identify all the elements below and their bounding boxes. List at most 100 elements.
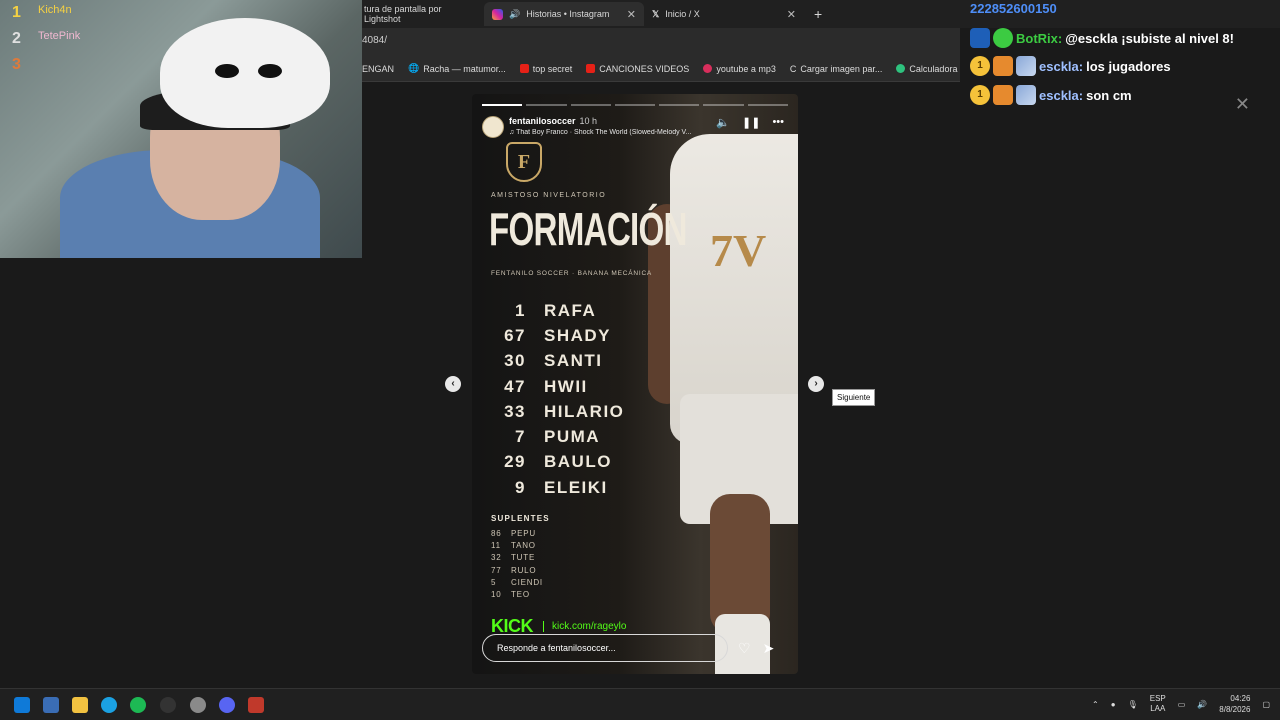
bookmark-item[interactable]: C Cargar imagen par... [790, 64, 883, 74]
gift-box-icon [993, 56, 1013, 76]
bookmark-item[interactable]: top secret [519, 64, 572, 74]
chat-message: 1 esckla: los jugadores [970, 56, 1171, 76]
subs-title: SUPLENTES [491, 514, 550, 523]
youtube-icon [519, 64, 529, 73]
plus-icon: + [814, 6, 823, 22]
close-icon[interactable]: ✕ [627, 8, 636, 21]
sub-player: 11 TANO [491, 541, 536, 551]
sub-player: 32 TUTE [491, 553, 536, 563]
sub-player: 5 CIENDI [491, 577, 543, 587]
volume-icon[interactable]: 🔈 [716, 116, 730, 129]
subs-list: 86 PEPU 11 TANO 32 TUTE 77 RULO 5 CIENDI 10 TE… [491, 529, 543, 602]
lineup-player: 47 HWII [504, 376, 588, 396]
bookmark-item[interactable]: CANCIONES VIDEOS [586, 64, 689, 74]
story-time: 10 h [579, 116, 598, 126]
story-song[interactable]: ♫ That Boy Franco · Shock The World (Slo… [509, 129, 719, 136]
bookmark-item[interactable]: youtube a mp3 [703, 64, 776, 74]
url-text: 4084/ [362, 35, 388, 46]
speaker-icon: 🔊 [509, 8, 521, 19]
app-icon[interactable] [160, 697, 176, 713]
shirt-number: 7V [710, 225, 767, 276]
close-icon[interactable]: ✕ [1235, 94, 1250, 115]
store-icon[interactable] [43, 697, 59, 713]
story-card[interactable]: 7V fentanilosoccer 10 h ♫ That Boy Franco… [472, 94, 798, 674]
next-story-button[interactable]: › [808, 376, 824, 392]
match-subtitle: AMISTOSO NIVELATORIO [491, 192, 607, 199]
lineup-player: 29 BAULO [504, 452, 612, 472]
lineup-player: 1 RAFA [515, 300, 597, 320]
system-tray: ⌃ ● 🎙 ESP LAA ▭ 🔊 04:26 8/8/2026 ▢ [1092, 693, 1270, 715]
volume-icon[interactable]: 🔊 [1197, 700, 1207, 709]
tab-label: Historias • Instagram [526, 9, 610, 19]
instagram-icon [492, 8, 503, 20]
starting-lineup: 1 RAFA 67 SHADY 30 SANTI 47 HWII 33 HILARIO 7… [491, 298, 624, 500]
chat-message: 1 esckla: son cm [970, 85, 1132, 105]
bookmark-item[interactable]: ENGAN [362, 64, 394, 74]
clock[interactable]: 04:26 8/8/2026 [1219, 693, 1250, 715]
pause-icon[interactable]: ❚❚ [742, 116, 760, 129]
calculator-icon [896, 64, 906, 73]
story-viewer: ‹ › Siguiente 7V fentanilosoccer 10 h ♫ T… [0, 0, 1280, 686]
new-tab-button[interactable]: + [806, 2, 830, 26]
viewer-leaderboard: 1 Kich4n 2 TetePink 3 [12, 4, 81, 73]
network-icon[interactable]: ▭ [1178, 700, 1186, 709]
discord-icon[interactable] [219, 697, 235, 713]
language-indicator[interactable]: ESP LAA [1150, 694, 1166, 714]
sub-player: 77 RULO [491, 565, 537, 575]
tab-lightshot[interactable]: tura de pantalla por Lightshot [356, 2, 484, 26]
rank-badge-icon: 1 [970, 85, 990, 105]
previous-story-button[interactable]: ‹ [445, 376, 461, 392]
sub-player: 86 PEPU [491, 529, 536, 538]
winrar-icon[interactable] [248, 697, 264, 713]
app-tray-icon[interactable]: ● [1111, 700, 1116, 709]
lineup-player: 9 ELEIKI [515, 477, 608, 497]
tab-x[interactable]: 𝕏 Inicio / X ✕ [644, 2, 804, 26]
send-icon[interactable]: ➤ [763, 640, 775, 657]
moderator-icon [970, 28, 990, 48]
lineup-title: FORMACIÓN [489, 203, 687, 255]
lineup-player: 67 SHADY [504, 325, 612, 345]
app-icon[interactable] [190, 697, 206, 713]
tab-label: tura de pantalla por Lightshot [364, 4, 442, 24]
reply-input[interactable]: Responde a fentanilosoccer... [482, 634, 728, 662]
leaderboard-name: TetePink [38, 30, 81, 42]
player-image: 7V [640, 94, 798, 674]
user-avatar-icon [1016, 85, 1036, 105]
file-explorer-icon[interactable] [72, 697, 88, 713]
kick-url: kick.com/rageylo [543, 621, 626, 632]
edge-icon[interactable] [101, 697, 117, 713]
next-tooltip: Siguiente [832, 389, 876, 406]
x-logo-icon: 𝕏 [652, 8, 660, 19]
youtube-icon [586, 64, 596, 73]
match-teams: FENTANILO SOCCER · BANANA MECÁNICA [491, 270, 653, 277]
more-options-icon[interactable]: ••• [772, 116, 784, 129]
microphone-icon[interactable]: 🎙 [1128, 700, 1138, 709]
avatar[interactable] [482, 116, 504, 138]
verified-icon [993, 28, 1013, 48]
lineup-player: 30 SANTI [504, 351, 603, 371]
lineup-player: 33 HILARIO [504, 401, 625, 421]
rank-badge-icon: 1 [970, 56, 990, 76]
sub-player: 10 TEO [491, 589, 530, 599]
bookmark-item[interactable]: Calculadora De Su... [896, 64, 960, 74]
chat-top-text: 222852600150 [970, 1, 1057, 16]
spotify-icon[interactable] [130, 697, 146, 713]
c-logo-icon: C [789, 63, 797, 74]
tab-instagram[interactable]: 🔊 Historias • Instagram ✕ [484, 2, 644, 26]
story-username[interactable]: fentanilosoccer 10 h [509, 116, 597, 126]
tab-label: Inicio / X [665, 9, 700, 19]
windows-start-icon[interactable] [14, 697, 30, 713]
windows-taskbar: ⌃ ● 🎙 ESP LAA ▭ 🔊 04:26 8/8/2026 ▢ [0, 688, 1280, 720]
stream-chat-overlay: 222852600150 BotRix: @esckla ¡subiste al… [962, 0, 1280, 115]
close-icon[interactable]: ✕ [787, 8, 796, 21]
gift-box-icon [993, 85, 1013, 105]
bookmark-item[interactable]: 🌐 Racha — matumor... [408, 63, 506, 74]
user-avatar-icon [1016, 56, 1036, 76]
notifications-icon[interactable]: ▢ [1262, 700, 1270, 709]
team-crest: F [506, 142, 542, 182]
converter-icon [703, 64, 713, 73]
globe-icon: 🌐 [408, 63, 420, 73]
leaderboard-name: Kich4n [38, 4, 72, 16]
chevron-up-icon[interactable]: ⌃ [1092, 700, 1099, 709]
heart-icon[interactable]: ♡ [738, 640, 751, 657]
